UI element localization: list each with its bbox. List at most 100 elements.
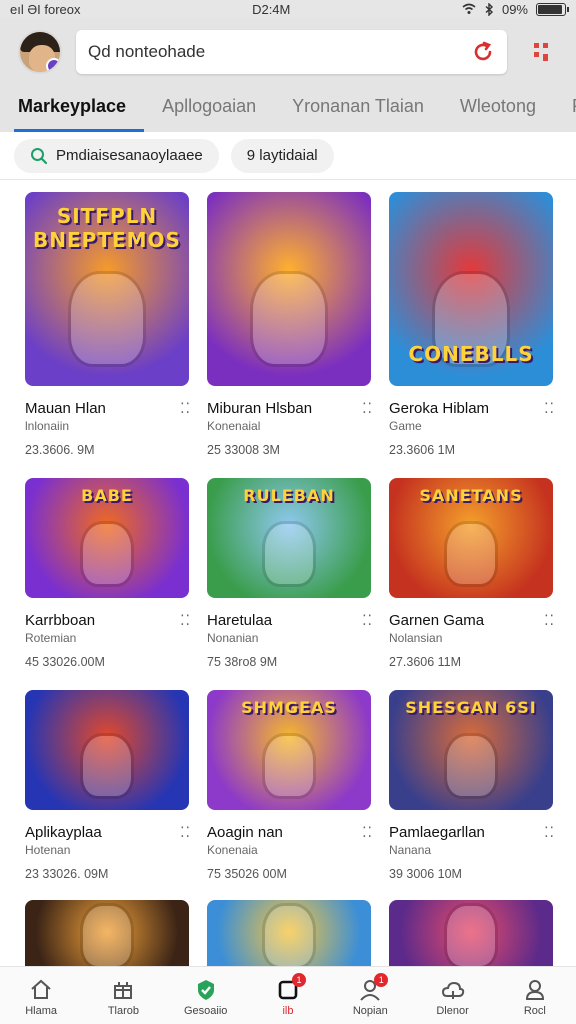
tab-fifth[interactable]: Pa — [554, 92, 576, 132]
notification-badge: 1 — [374, 973, 389, 987]
gift-icon — [114, 982, 133, 999]
app-card[interactable]: CONEBLLS Geroka Hiblam ⁚⁚ Game 23.3606 1M — [389, 192, 555, 457]
app-thumbnail[interactable]: RULEBAN — [207, 478, 371, 598]
tab-label: Apllogoaian — [162, 96, 257, 116]
app-thumbnail[interactable]: CONEBLLS — [389, 192, 553, 386]
app-thumbnail[interactable]: BABE — [25, 478, 189, 598]
filter-chips: Pmdiaisesanaoylaaee 9 laytidaial — [0, 132, 576, 180]
app-card[interactable]: SHMGEAS Aoagin nan ⁚⁚ Konenaia 75 35026 00M — [207, 690, 373, 881]
nav-item-profile[interactable]: Rocl — [505, 977, 565, 1017]
nav-item-square[interactable]: 1 ilb — [258, 973, 318, 1017]
profile-icon — [525, 980, 544, 1000]
app-card[interactable]: Miburan Hlsban ⁚⁚ Konenaial 25 33008 3M — [207, 192, 373, 457]
nav-label: ilb — [282, 1005, 294, 1017]
filter-chip-search[interactable]: Pmdiaisesanaoylaaee — [14, 138, 219, 173]
tab-bar: Markeyplace Apllogoaian Yronanan Tlaian … — [0, 92, 576, 132]
tab-third[interactable]: Yronanan Tlaian — [274, 92, 442, 132]
tab-fourth[interactable]: Wleotong — [442, 92, 554, 132]
app-meta: 75 35026 00M — [207, 867, 287, 881]
more-options-icon[interactable]: ⁚⁚ — [362, 400, 373, 417]
app-card[interactable]: SANETANS Garnen Gama ⁚⁚ Nolansian 27.3606 11… — [389, 478, 555, 669]
tab-label: Wleotong — [459, 96, 536, 116]
nav-item-cloud[interactable]: Dlenor — [423, 977, 483, 1017]
app-category: Hotenan — [25, 843, 71, 857]
avatar[interactable] — [18, 30, 62, 74]
more-options-icon[interactable]: ⁚⁚ — [180, 612, 191, 629]
more-options-icon[interactable]: ⁚⁚ — [544, 824, 555, 841]
app-category: Rotemian — [25, 631, 77, 645]
app-card[interactable]: SITFPLN BNEPTEMOS Mauan Hlan ⁚⁚ lnlonaiin 23… — [25, 192, 191, 457]
app-meta: 45 33026.00M — [25, 655, 105, 669]
nav-item-gift[interactable]: Tlarob — [93, 977, 153, 1017]
more-options-icon[interactable]: ⁚⁚ — [362, 612, 373, 629]
nav-item-user[interactable]: 1 Nopian — [340, 973, 400, 1017]
app-title: Aoagin nan — [207, 824, 283, 841]
tab-marketplace[interactable]: Markeyplace — [0, 92, 145, 132]
app-category: Game — [389, 419, 422, 433]
status-bar: eıl ƏI foreox D2:4M 09% — [0, 0, 576, 18]
more-options-icon[interactable]: ⁚⁚ — [362, 824, 373, 841]
character-art — [83, 736, 131, 796]
app-card[interactable]: SHESGAN 6SI Pamlaegarllan ⁚⁚ Nanana 39 3006 … — [389, 690, 555, 881]
app-title-row: Geroka Hiblam ⁚⁚ — [389, 400, 555, 417]
app-title: Aplikayplaa — [25, 824, 102, 841]
nav-label: Dlenor — [436, 1005, 469, 1017]
app-card[interactable]: Aplikayplaa ⁚⁚ Hotenan 23 33026. 09M — [25, 690, 191, 881]
nav-item-home[interactable]: Hlama — [11, 977, 71, 1017]
battery-level — [538, 4, 562, 14]
refresh-icon[interactable] — [471, 40, 495, 64]
header: Qd nonteohade Markeyplace Apllogoaian Yr… — [0, 18, 576, 132]
app-title: Mauan Hlan — [25, 400, 106, 417]
tab-label: Markeyplace — [18, 96, 127, 116]
thumbnail-title: SITFPLN BNEPTEMOS — [33, 204, 181, 252]
menu-grid-icon[interactable] — [531, 40, 555, 64]
bottom-navigation: Hlama Tlarob Gesoaiio 1 ilb 1 Nopian Dlenor Rocl — [0, 966, 576, 1024]
app-meta: 39 3006 10M — [389, 867, 462, 881]
character-art — [265, 736, 313, 796]
app-title-row: Haretulaa ⁚⁚ — [207, 612, 373, 629]
thumbnail-title: SANETANS — [419, 486, 523, 505]
filter-chip-second[interactable]: 9 laytidaial — [230, 138, 334, 173]
nav-item-shield-check[interactable]: Gesoaiio — [176, 977, 236, 1017]
search-value[interactable]: Qd nonteohade — [88, 42, 471, 62]
app-title-row: Miburan Hlsban ⁚⁚ — [207, 400, 373, 417]
app-meta: 23.3606 1M — [389, 443, 456, 457]
notification-badge: 1 — [291, 973, 306, 987]
more-options-icon[interactable]: ⁚⁚ — [180, 824, 191, 841]
thumbnail-title: SHMGEAS — [241, 698, 337, 717]
app-title: Geroka Hiblam — [389, 400, 490, 417]
app-thumbnail[interactable] — [207, 192, 371, 386]
app-category: Konenaial — [207, 419, 261, 433]
search-input[interactable]: Qd nonteohade — [76, 30, 507, 74]
status-left: eıl ƏI foreox — [10, 2, 80, 17]
nav-label: Gesoaiio — [183, 1005, 228, 1017]
app-meta: 75 38ro8 9M — [207, 655, 278, 669]
chip-label: 9 laytidaial — [246, 147, 318, 164]
tab-label: Yronanan Tlaian — [292, 96, 424, 116]
app-title-row: Garnen Gama ⁚⁚ — [389, 612, 555, 629]
app-card[interactable]: RULEBAN Haretulaa ⁚⁚ Nonanian 75 38ro8 9M — [207, 478, 373, 669]
bluetooth-icon — [485, 2, 493, 16]
app-title: Garnen Gama — [389, 612, 485, 629]
character-art — [253, 274, 325, 364]
app-thumbnail[interactable]: SANETANS — [389, 478, 553, 598]
character-art — [83, 524, 131, 584]
more-options-icon[interactable]: ⁚⁚ — [544, 400, 555, 417]
app-title-row: Pamlaegarllan ⁚⁚ — [389, 824, 555, 841]
avatar-badge — [46, 58, 60, 72]
app-thumbnail[interactable]: SHESGAN 6SI — [389, 690, 553, 810]
battery-icon — [536, 2, 569, 16]
app-title: Pamlaegarllan — [389, 824, 485, 841]
app-thumbnail[interactable]: SITFPLN BNEPTEMOS — [25, 192, 189, 386]
more-options-icon[interactable]: ⁚⁚ — [544, 612, 555, 629]
character-art — [265, 906, 313, 966]
app-card[interactable]: BABE Karrbboan ⁚⁚ Rotemian 45 33026.00M — [25, 478, 191, 669]
nav-label: Rocl — [523, 1005, 546, 1017]
app-category: Nonanian — [207, 631, 259, 645]
nav-label: Nopian — [352, 1005, 388, 1017]
status-time: D2:4M — [252, 1, 291, 17]
tab-applications[interactable]: Apllogoaian — [144, 92, 274, 132]
more-options-icon[interactable]: ⁚⁚ — [180, 400, 191, 417]
app-thumbnail[interactable] — [25, 690, 189, 810]
app-thumbnail[interactable]: SHMGEAS — [207, 690, 371, 810]
